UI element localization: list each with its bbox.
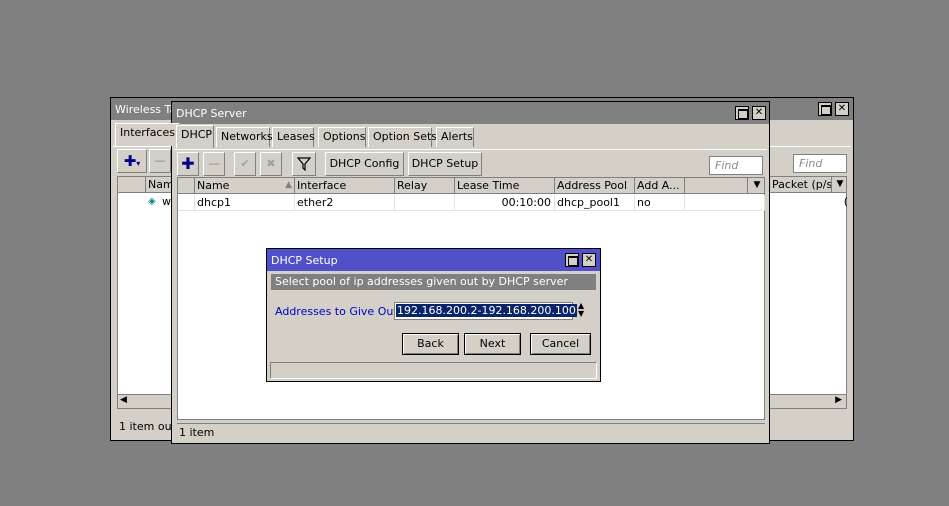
wireless-find-input[interactable]: Find [793,154,847,173]
sort-asc-icon: ▲ [285,180,292,190]
back-button[interactable]: Back [402,333,459,355]
setup-field-label: Addresses to Give Out: [275,305,402,318]
arrow-down-icon[interactable]: ▼ [578,309,584,318]
dhcp-remove-button[interactable]: — [203,152,225,176]
setup-close-button[interactable]: ✕ [582,253,596,267]
dhcp-title: DHCP Server [176,107,247,120]
wireless-add-button[interactable]: ✚▾ [117,149,147,173]
addresses-spinner[interactable]: ▲ ▼ [577,301,589,319]
wireless-row-packet: ( [843,195,848,208]
tab-networks[interactable]: Networks [216,127,273,147]
filter-icon [296,157,312,172]
dhcp-row-filler [685,195,765,211]
tab-option-sets[interactable]: Option Sets [368,127,437,147]
tab-leases[interactable]: Leases [272,127,315,147]
dhcp-col-relay[interactable]: Relay [395,178,455,194]
dhcp-disable-button[interactable]: ✖ [260,152,282,176]
dhcp-col-address-pool[interactable]: Address Pool [555,178,635,194]
dhcp-row-add-arp: no [635,195,685,211]
setup-description: Select pool of ip addresses given out by… [271,274,596,290]
dhcp-status: 1 item [179,426,215,439]
tab-interfaces[interactable]: Interfaces [115,123,180,146]
setup-title: DHCP Setup [271,254,338,267]
next-button[interactable]: Next [464,333,521,355]
setup-titlebar[interactable]: DHCP Setup ✕ [267,249,600,271]
dhcp-setup-button[interactable]: DHCP Setup [408,152,482,176]
dhcp-row-relay [395,195,455,211]
wireless-col-menu[interactable]: ▼ [832,177,847,193]
wireless-remove-button[interactable]: — [149,149,171,173]
dhcp-col-menu[interactable]: ▼ [748,178,765,194]
scroll-left-icon[interactable]: ◀ [120,395,127,405]
tab-interfaces-label: Interfaces [120,126,175,139]
wireless-col-blank [118,177,146,193]
wireless-close-button[interactable]: ✕ [835,102,849,116]
dhcp-row-interface: ether2 [295,195,395,211]
setup-maximize-button[interactable] [565,253,579,267]
tab-alerts[interactable]: Alerts [436,127,474,147]
dhcp-row-marker [178,195,195,211]
wireless-col-packet[interactable]: Packet (p/s) [770,177,832,193]
dhcp-find-input[interactable]: Find [709,156,763,175]
dhcp-row-name: dhcp1 [195,195,295,211]
dhcp-filter-button[interactable] [292,152,316,176]
setup-description-text: Select pool of ip addresses given out by… [275,275,568,288]
dhcp-col-blank [178,178,195,194]
cancel-button[interactable]: Cancel [530,333,591,355]
dhcp-col-add-arp[interactable]: Add A... [635,178,685,194]
setup-status-bar [270,362,597,379]
dhcp-config-button[interactable]: DHCP Config [325,152,404,176]
wireless-title: Wireless Ta [115,103,177,116]
scroll-right-icon[interactable]: ▶ [835,395,842,405]
tab-dhcp[interactable]: DHCP [176,125,214,148]
wireless-row-icon: ◈ [148,196,156,207]
dhcp-setup-dialog: DHCP Setup ✕ Select pool of ip addresses… [266,248,601,382]
dhcp-status-bar: 1 item [177,423,765,441]
addresses-input[interactable]: 192.168.200.2-192.168.200.100 [394,302,577,320]
tab-options[interactable]: Options [318,127,366,147]
dhcp-close-button[interactable]: ✕ [752,106,766,120]
wireless-maximize-button[interactable] [818,102,832,116]
dhcp-titlebar[interactable]: DHCP Server ✕ [172,102,769,124]
dhcp-row-address-pool: dhcp_pool1 [555,195,635,211]
dhcp-col-lease-time[interactable]: Lease Time [455,178,555,194]
dhcp-add-button[interactable]: ✚ [177,152,199,176]
dhcp-col-name[interactable]: Name ▲ [195,178,295,194]
dhcp-col-interface[interactable]: Interface [295,178,395,194]
dhcp-col-name-label: Name [197,179,230,192]
addresses-input-value: 192.168.200.2-192.168.200.100 [396,304,577,317]
dhcp-col-filler [685,178,748,194]
dhcp-enable-button[interactable]: ✔ [234,152,256,176]
dhcp-maximize-button[interactable] [735,106,749,120]
dhcp-row-lease-time: 00:10:00 [455,195,555,211]
